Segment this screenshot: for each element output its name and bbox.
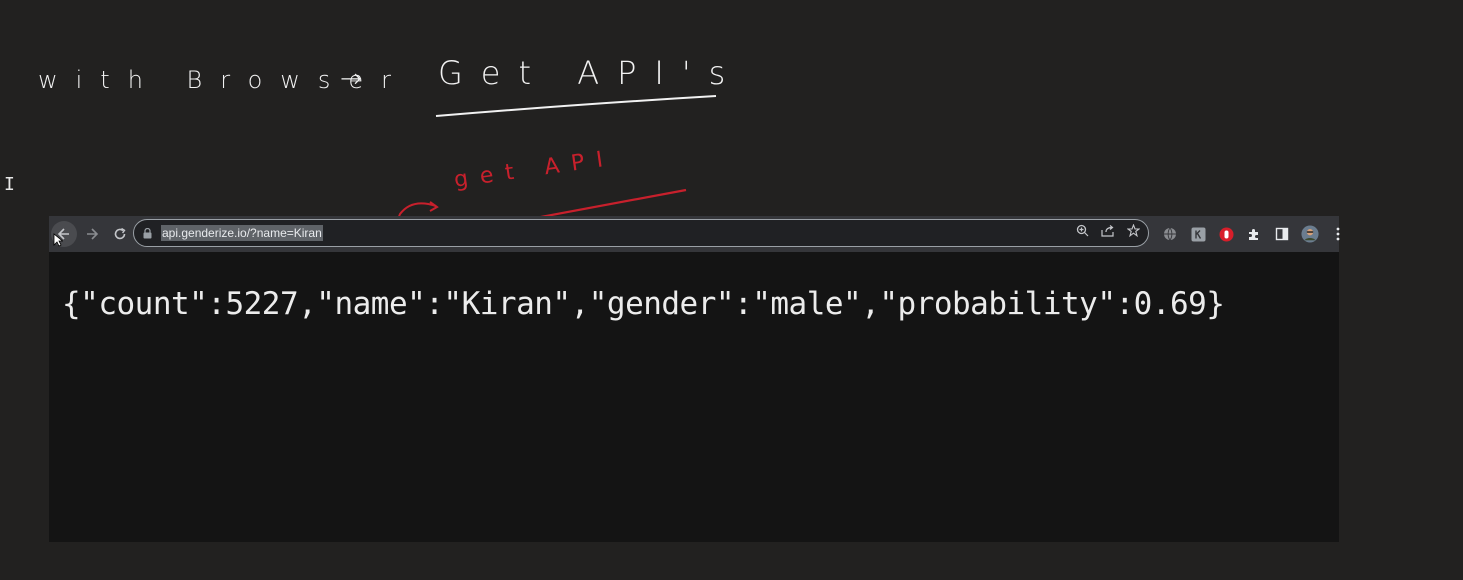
extension-bar [1161, 216, 1347, 252]
profile-avatar[interactable] [1301, 225, 1319, 243]
puzzle-icon[interactable] [1245, 225, 1263, 243]
url-text[interactable]: api.genderize.io/?name=Kiran [161, 225, 323, 241]
json-response-text: {"count":5227,"name":"Kiran","gender":"m… [62, 286, 1225, 322]
browser-toolbar: api.genderize.io/?name=Kiran [49, 216, 1340, 252]
red-extension-icon[interactable] [1217, 225, 1235, 243]
more-menu-icon[interactable] [1329, 225, 1347, 243]
globe-extension-icon[interactable] [1161, 225, 1179, 243]
browser-window: api.genderize.io/?name=Kiran {"count":52… [49, 216, 1340, 542]
text-cursor-icon: I [4, 174, 15, 195]
zoom-icon[interactable] [1076, 224, 1089, 242]
k-extension-icon[interactable] [1189, 225, 1207, 243]
side-panel-icon[interactable] [1273, 225, 1291, 243]
lock-icon[interactable] [143, 227, 157, 239]
bookmark-star-icon[interactable] [1126, 223, 1141, 242]
red-arrowhead [429, 201, 439, 212]
underline-stroke [435, 95, 717, 117]
omnibox-actions [1076, 220, 1141, 246]
address-bar[interactable]: api.genderize.io/?name=Kiran [133, 219, 1149, 247]
mouse-pointer-icon [53, 233, 63, 247]
share-icon[interactable] [1101, 224, 1115, 242]
forward-icon[interactable] [79, 221, 105, 247]
reload-icon[interactable] [107, 221, 133, 247]
